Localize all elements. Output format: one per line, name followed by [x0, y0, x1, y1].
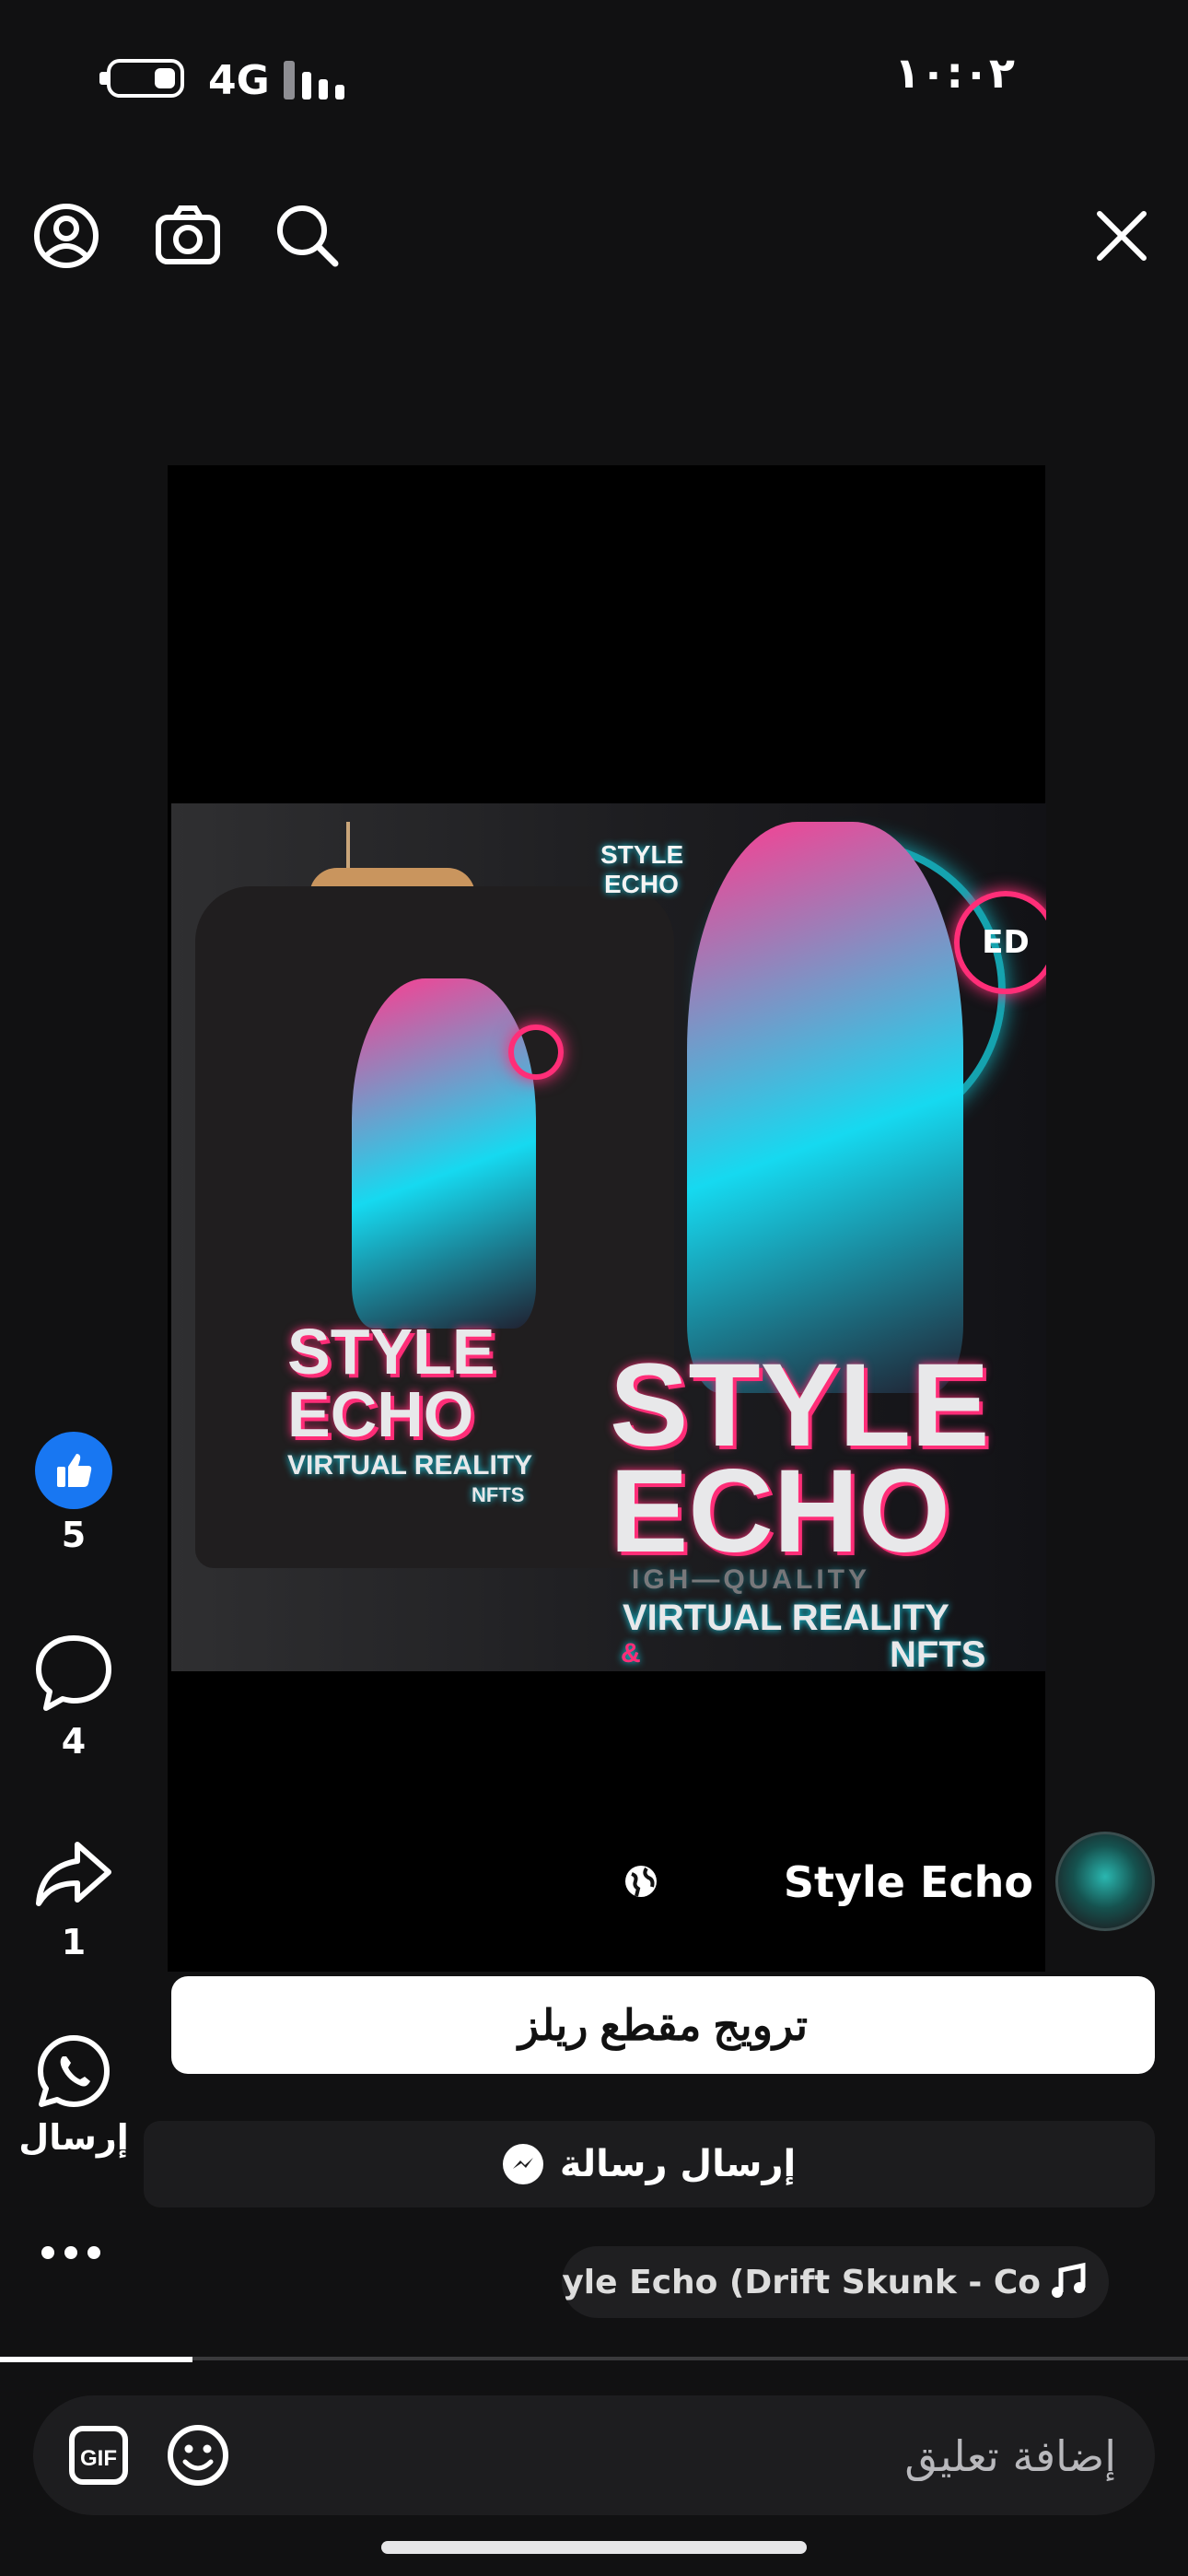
- globe-icon: [625, 1866, 657, 1897]
- like-button[interactable]: 5: [28, 1432, 120, 1555]
- poster-brand-1: STYLE: [600, 840, 684, 869]
- send-label: إرسال: [18, 2117, 129, 2158]
- camera-icon[interactable]: [151, 199, 225, 273]
- promote-reel-button[interactable]: ترويج مقطع ريلز: [171, 1976, 1155, 2074]
- poster-title-2: ECHO: [610, 1446, 950, 1577]
- share-count: 1: [61, 1922, 87, 1962]
- whatsapp-icon: [33, 2031, 114, 2112]
- author-name[interactable]: Style Echo: [784, 1857, 1033, 1907]
- battery-icon: [107, 59, 184, 98]
- comment-input[interactable]: [414, 2395, 1118, 2517]
- share-button[interactable]: 1: [28, 1832, 120, 1962]
- messenger-icon: [502, 2144, 543, 2184]
- send-message-label: إرسال رسالة: [559, 2143, 797, 2185]
- home-indicator: [381, 2541, 807, 2554]
- music-note-icon: [1052, 2262, 1086, 2298]
- poster-amp: &: [621, 1638, 641, 1669]
- like-count: 5: [61, 1515, 87, 1555]
- shirt-title-2: ECHO: [287, 1378, 474, 1450]
- comment-button[interactable]: 4: [28, 1631, 120, 1762]
- send-message-button[interactable]: إرسال رسالة: [144, 2121, 1155, 2207]
- shirt-title-1: STYLE: [287, 1316, 495, 1388]
- poster-line-2: NFTS: [890, 1634, 986, 1671]
- network-label: 4G: [208, 57, 270, 104]
- signal-icon: [284, 61, 344, 100]
- shirt-badge-ring: [508, 1025, 564, 1080]
- shirt-line-1: VIRTUAL REALITY: [287, 1450, 533, 1481]
- comment-icon: [31, 1631, 116, 1715]
- poster-character: [687, 822, 963, 1393]
- more-options-icon[interactable]: [39, 2239, 103, 2266]
- battery-nub: [99, 72, 107, 85]
- reel-artwork[interactable]: STYLE ECHO VIRTUAL REALITY NFTS STYLE EC…: [171, 803, 1046, 1671]
- poster-brand-2: ECHO: [604, 870, 679, 898]
- poster-line-1: VIRTUAL REALITY: [623, 1598, 949, 1638]
- tshirt-mockup: STYLE ECHO VIRTUAL REALITY NFTS: [195, 886, 674, 1568]
- search-icon[interactable]: [271, 199, 344, 273]
- shirt-line-2: NFTS: [472, 1483, 525, 1506]
- thumbs-up-icon: [35, 1432, 112, 1509]
- audio-track[interactable]: yle Echo (Drift Skunk - Co: [562, 2246, 1109, 2318]
- close-icon[interactable]: [1085, 199, 1159, 273]
- share-icon: [31, 1832, 116, 1916]
- audio-track-text: yle Echo (Drift Skunk - Co: [562, 2263, 1041, 2301]
- playback-progress-fill: [0, 2357, 192, 2362]
- profile-icon[interactable]: [29, 199, 103, 273]
- shirt-character: [352, 978, 536, 1329]
- emoji-icon[interactable]: [166, 2423, 230, 2488]
- whatsapp-send-button[interactable]: إرسال: [18, 2031, 129, 2158]
- comment-count: 4: [61, 1721, 87, 1762]
- svg-text:GIF: GIF: [80, 2446, 117, 2471]
- poster-badge: ED: [954, 891, 1046, 994]
- author-avatar[interactable]: [1055, 1832, 1155, 1931]
- gif-icon[interactable]: GIF: [68, 2425, 129, 2486]
- status-time: ١٠:٠٢: [894, 48, 1015, 98]
- poster-subtitle: IGH—QUALITY: [632, 1564, 870, 1595]
